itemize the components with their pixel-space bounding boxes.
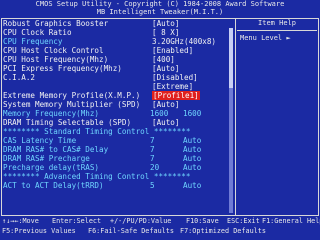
setting-label: CPU Host Clock Control [3, 46, 104, 55]
current-value: 1600 [150, 109, 169, 118]
settings-list: Robust Graphics Booster [Auto] CPU Clock R… [3, 19, 235, 190]
key-hint: ↑↓→←:Move [2, 217, 39, 225]
key-hint: F10:Save [186, 217, 219, 225]
setting-label: Memory Frequency(Mhz) [3, 109, 100, 118]
setting-value[interactable]: Auto [183, 136, 201, 145]
setting-row: DRAM RAS# to CAS# Delay 7 Auto [3, 145, 235, 154]
setting-value[interactable]: Auto [183, 154, 201, 163]
setting-value[interactable]: [Auto] [152, 64, 179, 73]
setting-row[interactable]: CPU Clock Ratio [ 8 X] [3, 28, 235, 37]
setting-row[interactable]: System Memory Multiplier (SPD) [Auto] [3, 100, 235, 109]
current-value: 7 [150, 154, 155, 163]
key-hint: Enter:Select [52, 217, 102, 225]
setting-label: ******** Standard Timing Control *******… [3, 127, 191, 136]
setting-row: ACT to ACT Delay(tRRD) 5 Auto [3, 181, 235, 190]
setting-label: PCI Express Frequency(Mhz) [3, 64, 122, 73]
setting-value[interactable]: 1600 [183, 109, 201, 118]
setting-row: Memory Frequency(Mhz) 1600 1600 [3, 109, 235, 118]
setting-value[interactable]: [Auto] [152, 118, 179, 127]
setting-value[interactable]: Auto [183, 163, 201, 172]
setting-row[interactable]: Robust Graphics Booster [Auto] [3, 19, 235, 28]
setting-label: DRAM RAS# Precharge [3, 154, 90, 163]
setting-value[interactable]: [Enabled] [152, 46, 193, 55]
setting-row[interactable]: DRAM Timing Selectable (SPD) [Auto] [3, 118, 235, 127]
section-header: ******** Advanced Timing Control *******… [3, 172, 235, 181]
key-hint: F5:Previous Values [2, 227, 76, 235]
setting-value[interactable]: Auto [183, 145, 201, 154]
setting-row[interactable]: CPU Host Clock Control [Enabled] [3, 46, 235, 55]
setting-label: DRAM Timing Selectable (SPD) [3, 118, 132, 127]
setting-value[interactable]: [400] [152, 55, 175, 64]
key-hint: F1:General Help [262, 217, 320, 225]
key-hint: ESC:Exit [227, 217, 260, 225]
key-legend: ↑↓→←:Move Enter:Select +/-/PU/PD:Value F10:… [0, 216, 320, 236]
setting-value[interactable]: [Extreme] [152, 82, 193, 91]
setting-row[interactable]: PCI Express Frequency(Mhz) [Auto] [3, 64, 235, 73]
setting-label: System Memory Multiplier (SPD) [3, 100, 141, 109]
page-title: MB Intelligent Tweaker(M.I.T.) [96, 8, 224, 16]
current-value: 5 [150, 181, 155, 190]
setting-value[interactable]: [Disabled] [152, 73, 198, 82]
setting-label: ACT to ACT Delay(tRRD) [3, 181, 104, 190]
setting-label: ******** Advanced Timing Control *******… [3, 172, 191, 181]
setting-label: Precharge delay(tRAS) [3, 163, 100, 172]
copyright-line: CMOS Setup Utility - Copyright (C) 1984-… [35, 0, 285, 8]
setting-label: Robust Graphics Booster [3, 19, 109, 28]
setting-value[interactable]: [ 8 X] [152, 28, 179, 37]
current-value: 7 [150, 136, 155, 145]
key-hint: +/-/PU/PD:Value [110, 217, 172, 225]
section-header: ******** Standard Timing Control *******… [3, 127, 235, 136]
setting-label: CAS Latency Time [3, 136, 77, 145]
setting-row[interactable]: CPU Host Frequency(Mhz) [400] [3, 55, 235, 64]
setting-value[interactable]: [Auto] [152, 100, 179, 109]
scrollbar[interactable] [229, 28, 233, 213]
setting-value[interactable]: [Auto] [152, 19, 179, 28]
setting-row[interactable]: C.I.A.2 [Disabled] [3, 73, 235, 82]
panel-divider [235, 18, 236, 215]
key-hint: F7:Optimized Defaults [180, 227, 266, 235]
setting-label: DRAM RAS# to CAS# Delay [3, 145, 109, 154]
setting-label: CPU Clock Ratio [3, 28, 72, 37]
setting-label: C.I.A.2 [3, 73, 36, 82]
setting-row[interactable]: Extreme Memory Profile(X.M.P.) [Profile1] [3, 91, 235, 100]
setting-value[interactable]: Auto [183, 181, 201, 190]
setting-label: Extreme Memory Profile(X.M.P.) [3, 91, 141, 100]
setting-label: CPU Host Frequency(Mhz) [3, 55, 109, 64]
help-divider [237, 30, 317, 31]
key-legend-line: F5:Previous Values F6:Fail-Safe Defaults F… [0, 226, 320, 236]
item-help-title: Item Help [258, 19, 296, 27]
setting-value[interactable]: [Profile1] [152, 91, 200, 100]
setting-label: CPU Frequency [3, 37, 63, 46]
setting-row[interactable]: [Extreme] [3, 82, 235, 91]
bios-screen: CMOS Setup Utility - Copyright (C) 1984-… [0, 0, 320, 240]
setting-row[interactable]: CPU Frequency 3.20GHz(400x8) [3, 37, 235, 46]
current-value: 7 [150, 145, 155, 154]
bios-header: CMOS Setup Utility - Copyright (C) 1984-… [0, 0, 320, 18]
key-hint: F6:Fail-Safe Defaults [88, 227, 174, 235]
current-value: 20 [150, 163, 160, 172]
setting-value[interactable]: 3.20GHz(400x8) [152, 37, 216, 46]
menu-level-indicator: Menu Level ► [240, 34, 291, 42]
key-legend-line: ↑↓→←:Move Enter:Select +/-/PU/PD:Value F10:… [0, 216, 320, 226]
setting-row: DRAM RAS# Precharge 7 Auto [3, 154, 235, 163]
item-help-panel: Item Help Menu Level ► [237, 19, 317, 43]
setting-row: CAS Latency Time 7 Auto [3, 136, 235, 145]
setting-row: Precharge delay(tRAS) 20 Auto [3, 163, 235, 172]
